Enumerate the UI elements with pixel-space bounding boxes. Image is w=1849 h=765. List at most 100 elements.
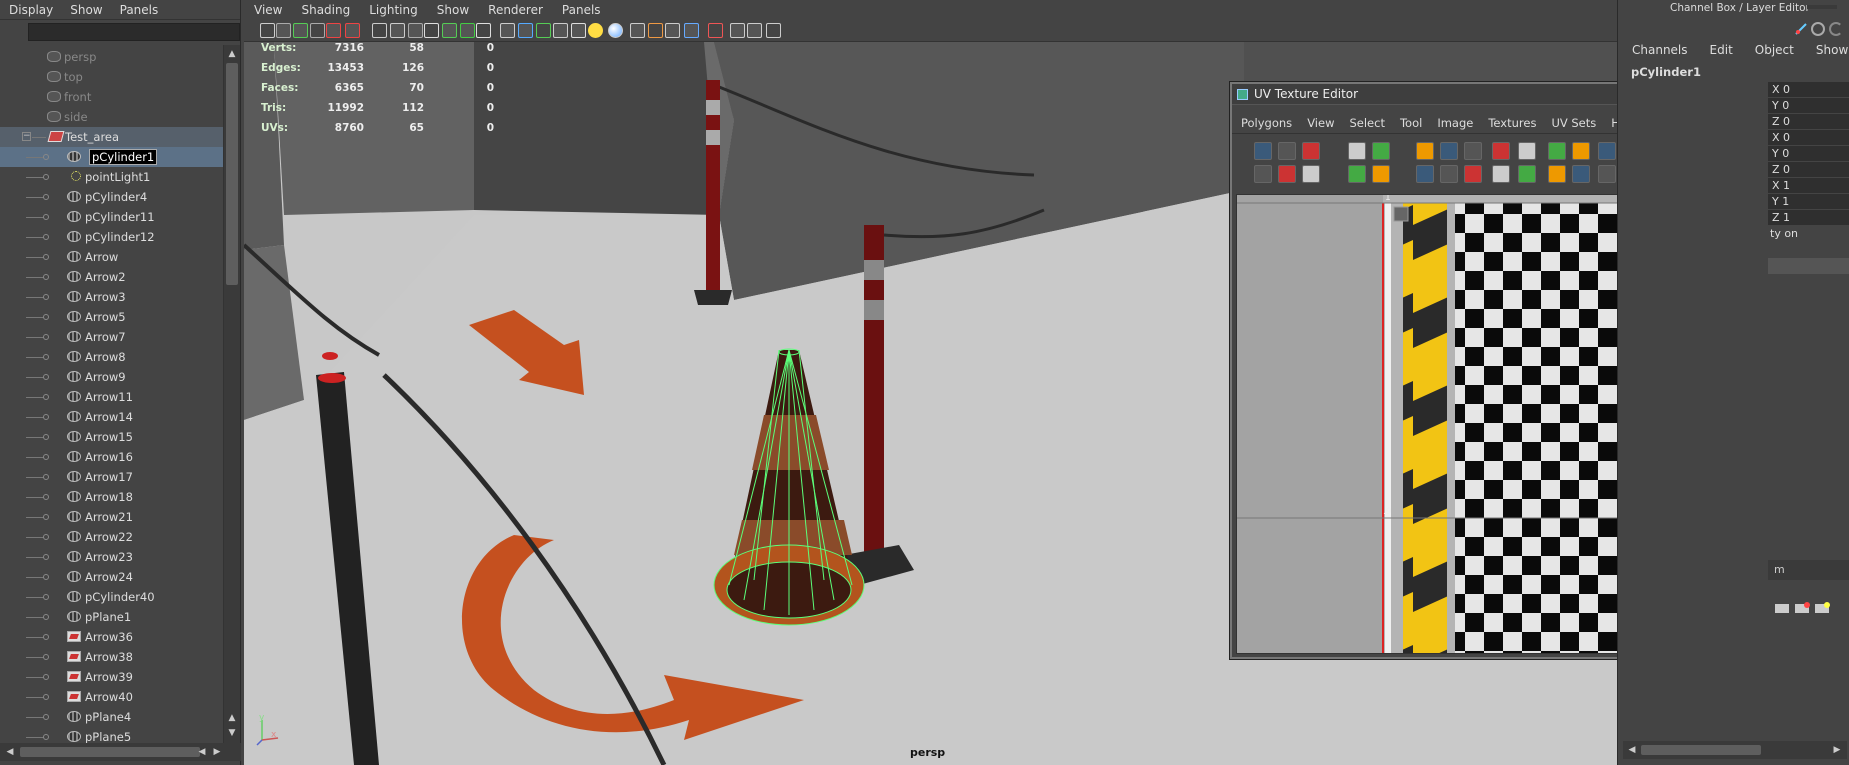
outliner-item-arrow16[interactable]: Arrow16 (0, 447, 223, 467)
outliner-item-pplane1[interactable]: pPlane1 (0, 607, 223, 627)
channel-value-field[interactable]: Z 0 (1768, 114, 1849, 130)
layer-icons[interactable] (1773, 600, 1843, 618)
layer-editor-tab[interactable]: m (1768, 560, 1849, 580)
outliner-item-arrow3[interactable]: Arrow3 (0, 287, 223, 307)
outliner-item-arrow9[interactable]: Arrow9 (0, 367, 223, 387)
uv-tool-icon[interactable] (1372, 142, 1390, 160)
uv-tool-icon[interactable] (1492, 165, 1510, 183)
visibility-dot-icon[interactable] (43, 374, 49, 380)
visibility-dot-icon[interactable] (43, 214, 49, 220)
viewport-tool-icon[interactable] (588, 23, 603, 38)
outliner-item-test_area[interactable]: − Test_area (0, 127, 223, 147)
visibility-dot-icon[interactable] (43, 394, 49, 400)
uv-menu-textures[interactable]: Textures (1479, 113, 1542, 133)
uv-tool-icon[interactable] (1440, 142, 1458, 160)
outliner-menu-display[interactable]: Display (0, 0, 61, 19)
viewport-tool-icon[interactable] (766, 23, 781, 38)
viewport-tool-icon[interactable] (684, 23, 699, 38)
collapse-toggle-icon[interactable]: − (22, 132, 31, 141)
uv-menu-uvsets[interactable]: UV Sets (1542, 113, 1602, 133)
outliner-item-arrow7[interactable]: Arrow7 (0, 327, 223, 347)
viewport-tool-icon[interactable] (293, 23, 308, 38)
outliner-item-front[interactable]: front (0, 87, 223, 107)
channel-value-field[interactable]: X 0 (1768, 130, 1849, 146)
visibility-dot-icon[interactable] (43, 354, 49, 360)
uv-tool-icon[interactable] (1572, 165, 1590, 183)
uv-tool-icon[interactable] (1464, 142, 1482, 160)
visibility-dot-icon[interactable] (43, 494, 49, 500)
uv-tool-icon[interactable] (1302, 165, 1320, 183)
visibility-dot-icon[interactable] (43, 434, 49, 440)
viewport-tool-icon[interactable] (630, 23, 645, 38)
outliner-item-arrow5[interactable]: Arrow5 (0, 307, 223, 327)
cb-hscroll-thumb[interactable] (1641, 745, 1761, 755)
viewport-menu-panels[interactable]: Panels (552, 0, 610, 20)
viewport-tool-icon[interactable] (345, 23, 360, 38)
viewport-tool-icon[interactable] (536, 23, 551, 38)
outliner-item-arrow39[interactable]: Arrow39 (0, 667, 223, 687)
viewport-tool-icon[interactable] (276, 23, 291, 38)
outliner-item-arrow8[interactable]: Arrow8 (0, 347, 223, 367)
uv-tool-icon[interactable] (1572, 142, 1590, 160)
channel-menu-channels[interactable]: Channels (1618, 43, 1696, 61)
visibility-dot-icon[interactable] (43, 714, 49, 720)
outliner-item-pcylinder11[interactable]: pCylinder11 (0, 207, 223, 227)
viewport-tool-icon[interactable] (326, 23, 341, 38)
channel-value-field[interactable]: Z 0 (1768, 162, 1849, 178)
uv-tool-icon[interactable] (1416, 142, 1434, 160)
viewport-tool-icon[interactable] (460, 23, 475, 38)
scroll-down-icon[interactable]: ▼ (225, 726, 239, 740)
uv-tool-icon[interactable] (1254, 165, 1272, 183)
visibility-dot-icon[interactable] (43, 514, 49, 520)
viewport-tool-icon[interactable] (553, 23, 568, 38)
visibility-dot-icon[interactable] (43, 254, 49, 260)
outliner-menu-show[interactable]: Show (61, 0, 110, 19)
outliner-item-arrow11[interactable]: Arrow11 (0, 387, 223, 407)
outliner-item-pcylinder12[interactable]: pCylinder12 (0, 227, 223, 247)
viewport-tool-icon[interactable] (571, 23, 586, 38)
uv-tool-icon[interactable] (1278, 165, 1296, 183)
visibility-dot-icon[interactable] (43, 594, 49, 600)
viewport-tool-icon[interactable] (518, 23, 533, 38)
visibility-dot-icon[interactable] (43, 174, 49, 180)
visibility-dot-icon[interactable] (43, 734, 49, 740)
viewport-tool-icon[interactable] (747, 23, 762, 38)
outliner-hscroll-thumb[interactable] (20, 747, 200, 757)
visibility-dot-icon[interactable] (43, 274, 49, 280)
uv-menu-polygons[interactable]: Polygons (1232, 113, 1298, 133)
outliner-item-arrow14[interactable]: Arrow14 (0, 407, 223, 427)
outliner-item-arrow15[interactable]: Arrow15 (0, 427, 223, 447)
uv-tool-icon[interactable] (1598, 165, 1616, 183)
outliner-item-side[interactable]: side (0, 107, 223, 127)
uv-tool-icon[interactable] (1598, 142, 1616, 160)
visibility-dot-icon[interactable] (43, 414, 49, 420)
uv-tool-icon[interactable] (1548, 165, 1566, 183)
outliner-item-arrow18[interactable]: Arrow18 (0, 487, 223, 507)
channel-value-field[interactable]: X 1 (1768, 178, 1849, 194)
visibility-dot-icon[interactable] (43, 654, 49, 660)
viewport-tool-icon[interactable] (665, 23, 680, 38)
outliner-item-arrow38[interactable]: Arrow38 (0, 647, 223, 667)
visibility-dot-icon[interactable] (43, 634, 49, 640)
uv-tool-icon[interactable] (1372, 165, 1390, 183)
uv-tool-icon[interactable] (1464, 165, 1482, 183)
uv-tool-icon[interactable] (1440, 165, 1458, 183)
outliner-item-pplane5[interactable]: pPlane5 (0, 727, 223, 743)
outliner-item-arrow23[interactable]: Arrow23 (0, 547, 223, 567)
scroll-up-icon[interactable]: ▲ (225, 47, 239, 61)
viewport-tool-icon[interactable] (608, 23, 623, 38)
uv-menu-select[interactable]: Select (1340, 113, 1390, 133)
outliner-item-pointlight1[interactable]: pointLight1 (0, 167, 223, 187)
channel-menu-edit[interactable]: Edit (1696, 43, 1741, 61)
channel-value-field[interactable]: Y 0 (1768, 146, 1849, 162)
viewport-menu-lighting[interactable]: Lighting (359, 0, 427, 20)
visibility-dot-icon[interactable] (43, 314, 49, 320)
channel-box-horizontal-scrollbar[interactable]: ◀ ▶ (1623, 741, 1847, 759)
outliner-item-pcylinder1[interactable]: pCylinder1 (0, 147, 223, 167)
viewport-tool-icon[interactable] (310, 23, 325, 38)
visibility-dot-icon[interactable] (43, 294, 49, 300)
uv-menu-image[interactable]: Image (1428, 113, 1479, 133)
outliner-item-arrow[interactable]: Arrow (0, 247, 223, 267)
outliner-item-arrow17[interactable]: Arrow17 (0, 467, 223, 487)
scroll-up-small-icon[interactable]: ▲ (225, 711, 239, 725)
